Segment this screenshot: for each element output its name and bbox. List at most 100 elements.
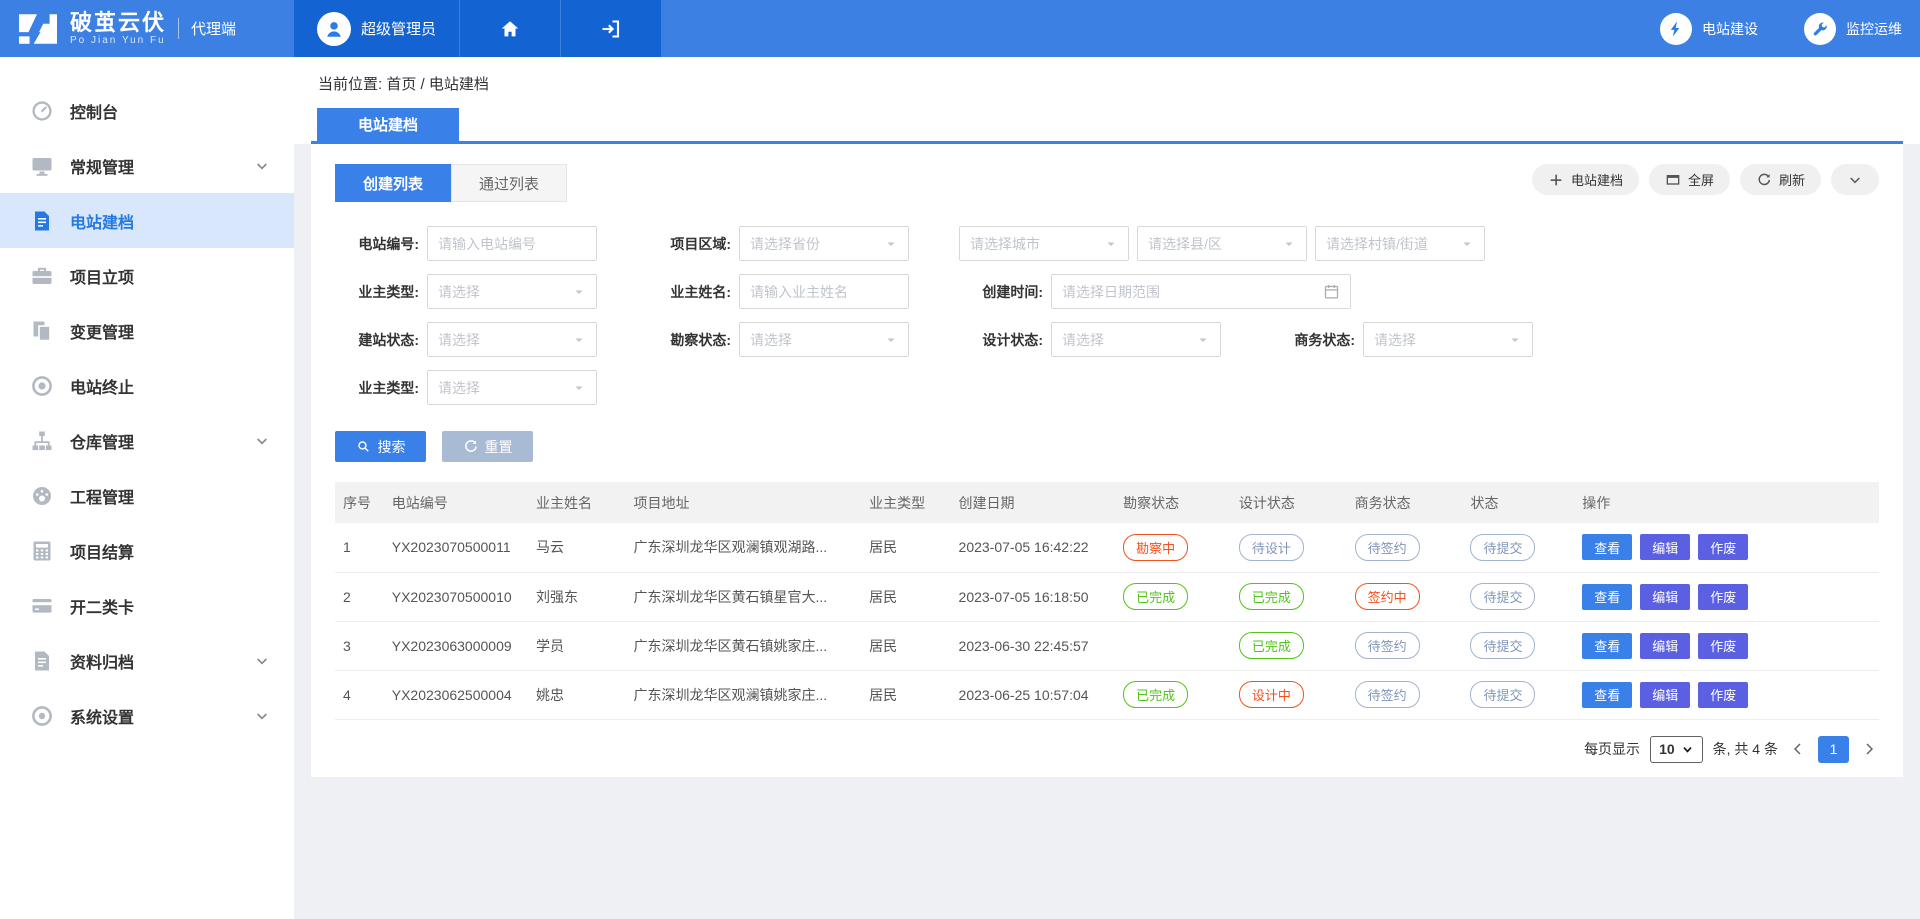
table-row: 3YX2023063000009学员广东深圳龙华区黄石镇姚家庄...居民2023… [335, 621, 1879, 670]
sidebar-item-label: 变更管理 [70, 319, 270, 343]
per-page-select[interactable]: 10 [1650, 736, 1703, 763]
filter-select[interactable]: 请选择省份 [739, 226, 909, 261]
caret-down-icon [572, 381, 586, 395]
sidebar-item[interactable]: 电站终止 [0, 358, 294, 413]
filter-select[interactable]: 请选择村镇/街道 [1315, 226, 1485, 261]
filter-select[interactable]: 请选择 [427, 274, 597, 309]
void-button[interactable]: 作废 [1698, 633, 1748, 659]
toolbar-button-fullscreen[interactable]: 全屏 [1649, 164, 1730, 195]
filter-select[interactable]: 请选择 [427, 370, 597, 405]
chevron-down-icon [254, 158, 270, 174]
sidebar-item[interactable]: 变更管理 [0, 303, 294, 358]
view-button[interactable]: 查看 [1582, 584, 1632, 610]
view-button[interactable]: 查看 [1582, 682, 1632, 708]
view-button[interactable]: 查看 [1582, 534, 1632, 560]
calculator-icon [30, 539, 54, 563]
page-tab[interactable]: 电站建档 [317, 108, 459, 141]
sidebar-item[interactable]: 开二类卡 [0, 578, 294, 633]
settings-icon [30, 704, 54, 728]
station-code: YX2023062500004 [384, 670, 528, 719]
quick-link-monitor[interactable]: 监控运维 [1804, 13, 1902, 45]
project-address: 广东深圳龙华区黄石镇姚家庄... [626, 621, 862, 670]
design-status-cell: 设计中 [1231, 670, 1347, 719]
filter-select[interactable]: 请选择 [739, 322, 909, 357]
caret-down-icon [1460, 237, 1474, 251]
create-date: 2023-07-05 16:18:50 [951, 572, 1116, 621]
view-button[interactable]: 查看 [1582, 633, 1632, 659]
filter-input[interactable]: 请输入业主姓名 [739, 274, 909, 309]
user-icon [323, 18, 345, 40]
void-button[interactable]: 作废 [1698, 682, 1748, 708]
record-icon [30, 374, 54, 398]
quick-link-build[interactable]: 电站建设 [1660, 13, 1758, 45]
home-button[interactable] [460, 0, 561, 57]
list-tab[interactable]: 创建列表 [335, 164, 451, 202]
caret-down-icon [884, 237, 898, 251]
edit-button[interactable]: 编辑 [1640, 633, 1690, 659]
search-button[interactable]: 搜索 [335, 431, 426, 462]
briefcase-icon [30, 264, 54, 288]
sidebar-item-label: 项目结算 [70, 539, 270, 563]
void-button[interactable]: 作废 [1698, 584, 1748, 610]
placeholder-text: 请选择 [750, 330, 884, 350]
sidebar-item[interactable]: 电站建档 [0, 193, 294, 248]
create-date: 2023-06-25 10:57:04 [951, 670, 1116, 719]
quick-link-label: 电站建设 [1702, 19, 1758, 39]
list-tab[interactable]: 通过列表 [451, 164, 567, 202]
toolbar-button-refresh[interactable]: 刷新 [1740, 164, 1821, 195]
breadcrumb-home[interactable]: 首页 [386, 76, 416, 93]
edit-button[interactable]: 编辑 [1640, 682, 1690, 708]
placeholder-text: 请选择城市 [970, 234, 1104, 254]
sidebar-item-label: 电站建档 [70, 209, 270, 233]
toolbar-button-plus[interactable]: 电站建档 [1532, 164, 1639, 195]
station-code: YX2023070500010 [384, 572, 528, 621]
chevron-down-icon [254, 708, 270, 724]
toolbar-button-chevron-down[interactable] [1831, 164, 1879, 195]
topbar: 破茧云伏 Po Jian Yun Fu 代理端 超级管理员 [0, 0, 1920, 57]
sidebar-item[interactable]: 仓库管理 [0, 413, 294, 468]
filter-select[interactable]: 请选择县/区 [1137, 226, 1307, 261]
sidebar-item[interactable]: 常规管理 [0, 138, 294, 193]
sidebar-item-label: 仓库管理 [70, 429, 254, 453]
user-name: 超级管理员 [361, 18, 436, 39]
table-row: 2YX2023070500010刘强东广东深圳龙华区黄石镇星官大...居民202… [335, 572, 1879, 621]
filter-select[interactable]: 请选择城市 [959, 226, 1129, 261]
user-menu[interactable]: 超级管理员 [294, 0, 460, 57]
void-button[interactable]: 作废 [1698, 534, 1748, 560]
design-status-cell: 待设计 [1231, 523, 1347, 572]
chevron-left-icon [1790, 741, 1806, 757]
brand-name-en: Po Jian Yun Fu [70, 35, 166, 46]
records-table: 序号电站编号业主姓名项目地址业主类型创建日期勘察状态设计状态商务状态状态操作 1… [335, 482, 1879, 720]
logout-button[interactable] [561, 0, 662, 57]
next-page-button[interactable] [1859, 739, 1879, 759]
filter-panel: 电站编号:请输入电站编号 项目区域: 请选择省份 请选择城市 请选择县/区请选择村镇/街… [335, 226, 1879, 405]
edit-button[interactable]: 编辑 [1640, 534, 1690, 560]
sidebar-item[interactable]: 控制台 [0, 83, 294, 138]
chevron-down-icon [254, 653, 270, 669]
reset-button[interactable]: 重置 [442, 431, 533, 462]
placeholder-text: 请选择 [1062, 330, 1196, 350]
filter-field: 设计状态:请选择 [959, 322, 1221, 357]
edit-button[interactable]: 编辑 [1640, 584, 1690, 610]
project-address: 广东深圳龙华区观澜镇姚家庄... [626, 670, 862, 719]
sidebar-item[interactable]: 工程管理 [0, 468, 294, 523]
reset-icon [463, 439, 478, 454]
status-badge: 勘察中 [1123, 534, 1188, 561]
filter-field: 电站编号:请输入电站编号 [335, 226, 597, 261]
filter-date-input[interactable]: 请选择日期范围 [1051, 274, 1351, 309]
sidebar-item[interactable]: 系统设置 [0, 688, 294, 743]
filter-field: 请选择城市 [959, 226, 1129, 261]
filter-select[interactable]: 请选择 [427, 322, 597, 357]
filter-label: 商务状态: [1271, 330, 1355, 350]
filter-select[interactable]: 请选择 [1051, 322, 1221, 357]
page-number-button[interactable]: 1 [1818, 736, 1849, 763]
sidebar-item[interactable]: 项目立项 [0, 248, 294, 303]
filter-label: 项目区域: [647, 234, 731, 254]
sidebar-item[interactable]: 项目结算 [0, 523, 294, 578]
sidebar-item[interactable]: 资料归档 [0, 633, 294, 688]
prev-page-button[interactable] [1788, 739, 1808, 759]
filter-input[interactable]: 请输入电站编号 [427, 226, 597, 261]
status-badge: 已完成 [1239, 583, 1304, 610]
business-status-cell: 待签约 [1347, 621, 1463, 670]
filter-select[interactable]: 请选择 [1363, 322, 1533, 357]
